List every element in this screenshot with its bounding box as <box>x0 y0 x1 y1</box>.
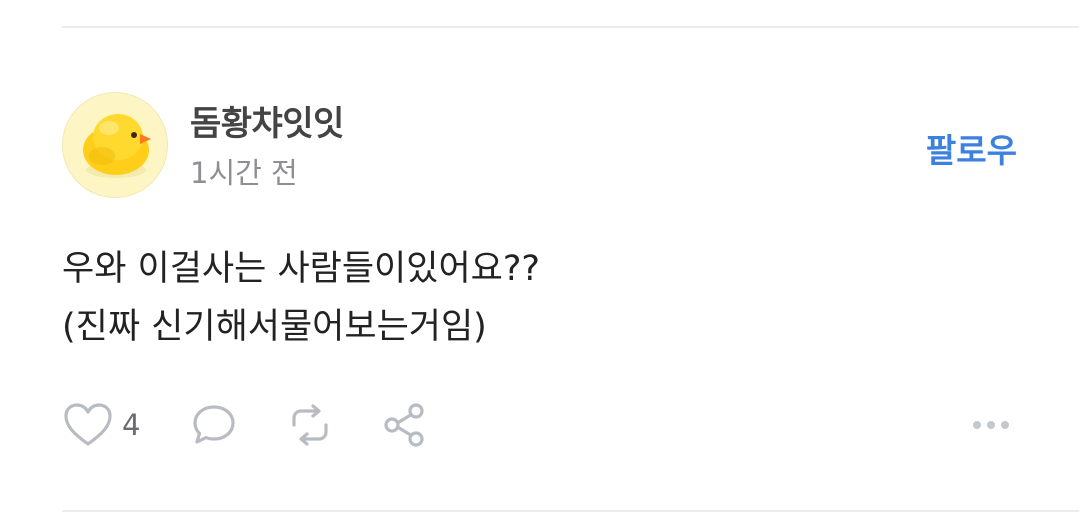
comment-bubble-icon <box>193 405 235 444</box>
follow-button[interactable]: 팔로우 <box>926 124 1017 172</box>
top-divider <box>62 26 1079 28</box>
more-options-button[interactable] <box>971 405 1011 445</box>
share-button[interactable] <box>380 400 428 450</box>
share-icon <box>384 403 424 447</box>
post-content-line-2: (진짜 신기해서물어보는거임) <box>62 307 487 347</box>
author-name[interactable]: 돔황챠잇잇 <box>190 96 344 145</box>
like-button[interactable]: 4 <box>62 400 140 450</box>
bottom-divider <box>62 510 1079 512</box>
post-content-line-1: 우와 이걸사는 사람들이있어요?? <box>62 249 541 289</box>
chick-avatar-icon <box>83 114 151 178</box>
repost-button[interactable] <box>284 400 336 450</box>
like-count: 4 <box>122 408 141 442</box>
heart-icon <box>64 403 112 446</box>
post-content: 우와 이걸사는 사람들이있어요?? (진짜 신기해서물어보는거임) <box>62 240 1017 356</box>
post-timestamp: 1시간 전 <box>190 156 298 190</box>
avatar[interactable] <box>62 92 168 198</box>
comment-button[interactable] <box>190 400 238 450</box>
repost-icon <box>292 404 328 446</box>
more-dots-icon <box>973 421 1009 429</box>
